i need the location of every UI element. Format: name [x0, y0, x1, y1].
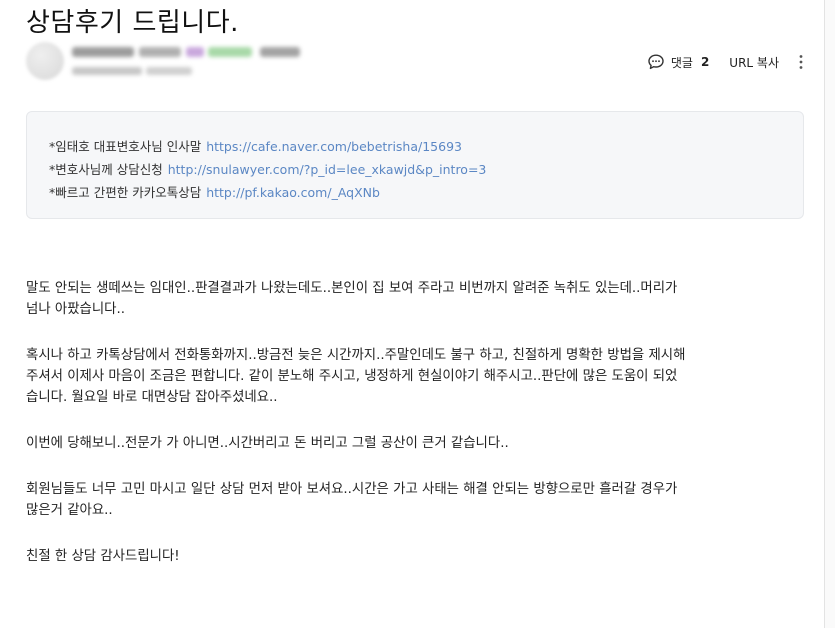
post-actions: 댓글 2 URL 복사 [647, 52, 807, 72]
speech-bubble-icon[interactable] [647, 53, 665, 71]
author-name-redacted [139, 47, 181, 57]
author-avatar[interactable] [26, 42, 64, 80]
info-label: *변호사님께 상담신청 [49, 162, 163, 177]
body-line: 이번에 당해보니..전문가 가 아니면..시간버리고 돈 버리고 그럴 공산이 … [26, 436, 509, 451]
post-title: 상담후기 드립니다. [26, 8, 239, 38]
body-line: 혹시나 하고 카톡상담에서 전화통화까지..방금전 늦은 시간까지..주말인데도… [26, 348, 686, 363]
info-label: *빠르고 간편한 카카오톡상담 [49, 185, 202, 200]
info-line: *임태호 대표변호사님 인사말 https://cafe.naver.com/be… [49, 136, 462, 155]
author-level-redacted [260, 47, 300, 57]
body-line: 회원님들도 너무 고민 마시고 일단 상담 먼저 받아 보셔요..시간은 가고 … [26, 482, 678, 497]
body-line: 습니다. 월요일 바로 대면상담 잡아주셨네요.. [26, 390, 278, 405]
info-label: *임태호 대표변호사님 인사말 [49, 139, 202, 154]
author-name-redacted [72, 47, 134, 57]
body-paragraph: 혹시나 하고 카톡상담에서 전화통화까지..방금전 늦은 시간까지..주말인데도… [26, 345, 816, 408]
info-line: *빠르고 간편한 카카오톡상담 http://pf.kakao.com/_AqXN… [49, 182, 380, 201]
body-line: 친절 한 상담 감사드립니다! [26, 549, 180, 564]
post-body: 말도 안되는 생떼쓰는 임대인..판결결과가 나왔는데도..본인이 집 보여 주… [26, 278, 816, 592]
body-line: 주셔서 이제사 마음이 조금은 편합니다. 같이 분노해 주시고, 냉정하게 현… [26, 369, 678, 384]
body-paragraph: 이번에 당해보니..전문가 가 아니면..시간버리고 돈 버리고 그럴 공산이 … [26, 433, 816, 454]
body-paragraph: 말도 안되는 생떼쓰는 임대인..판결결과가 나왔는데도..본인이 집 보여 주… [26, 278, 816, 320]
body-line: 넘나 아팠습니다.. [26, 302, 126, 317]
post-views-redacted [146, 67, 192, 75]
body-line: 많은거 같아요.. [26, 503, 113, 518]
info-link[interactable]: https://cafe.naver.com/bebetrisha/15693 [206, 139, 462, 154]
author-badge-redacted [208, 47, 252, 57]
vertical-dots-icon[interactable] [795, 53, 807, 71]
info-link[interactable]: http://pf.kakao.com/_AqXNb [206, 185, 380, 200]
window-right-edge [824, 0, 835, 628]
post-date-redacted [72, 67, 142, 75]
comment-count[interactable]: 2 [701, 55, 709, 69]
body-paragraph: 회원님들도 너무 고민 마시고 일단 상담 먼저 받아 보셔요..시간은 가고 … [26, 479, 816, 521]
info-box: *임태호 대표변호사님 인사말 https://cafe.naver.com/be… [26, 111, 804, 219]
url-copy-button[interactable]: URL 복사 [729, 54, 779, 71]
info-link[interactable]: http://snulawyer.com/?p_id=lee_xkawjd&p_… [168, 162, 487, 177]
body-line: 말도 안되는 생떼쓰는 임대인..판결결과가 나왔는데도..본인이 집 보여 주… [26, 281, 678, 296]
info-line: *변호사님께 상담신청 http://snulawyer.com/?p_id=le… [49, 159, 486, 178]
comment-label[interactable]: 댓글 [671, 54, 693, 71]
author-badge-redacted [186, 47, 204, 57]
body-paragraph: 친절 한 상담 감사드립니다! [26, 546, 816, 567]
